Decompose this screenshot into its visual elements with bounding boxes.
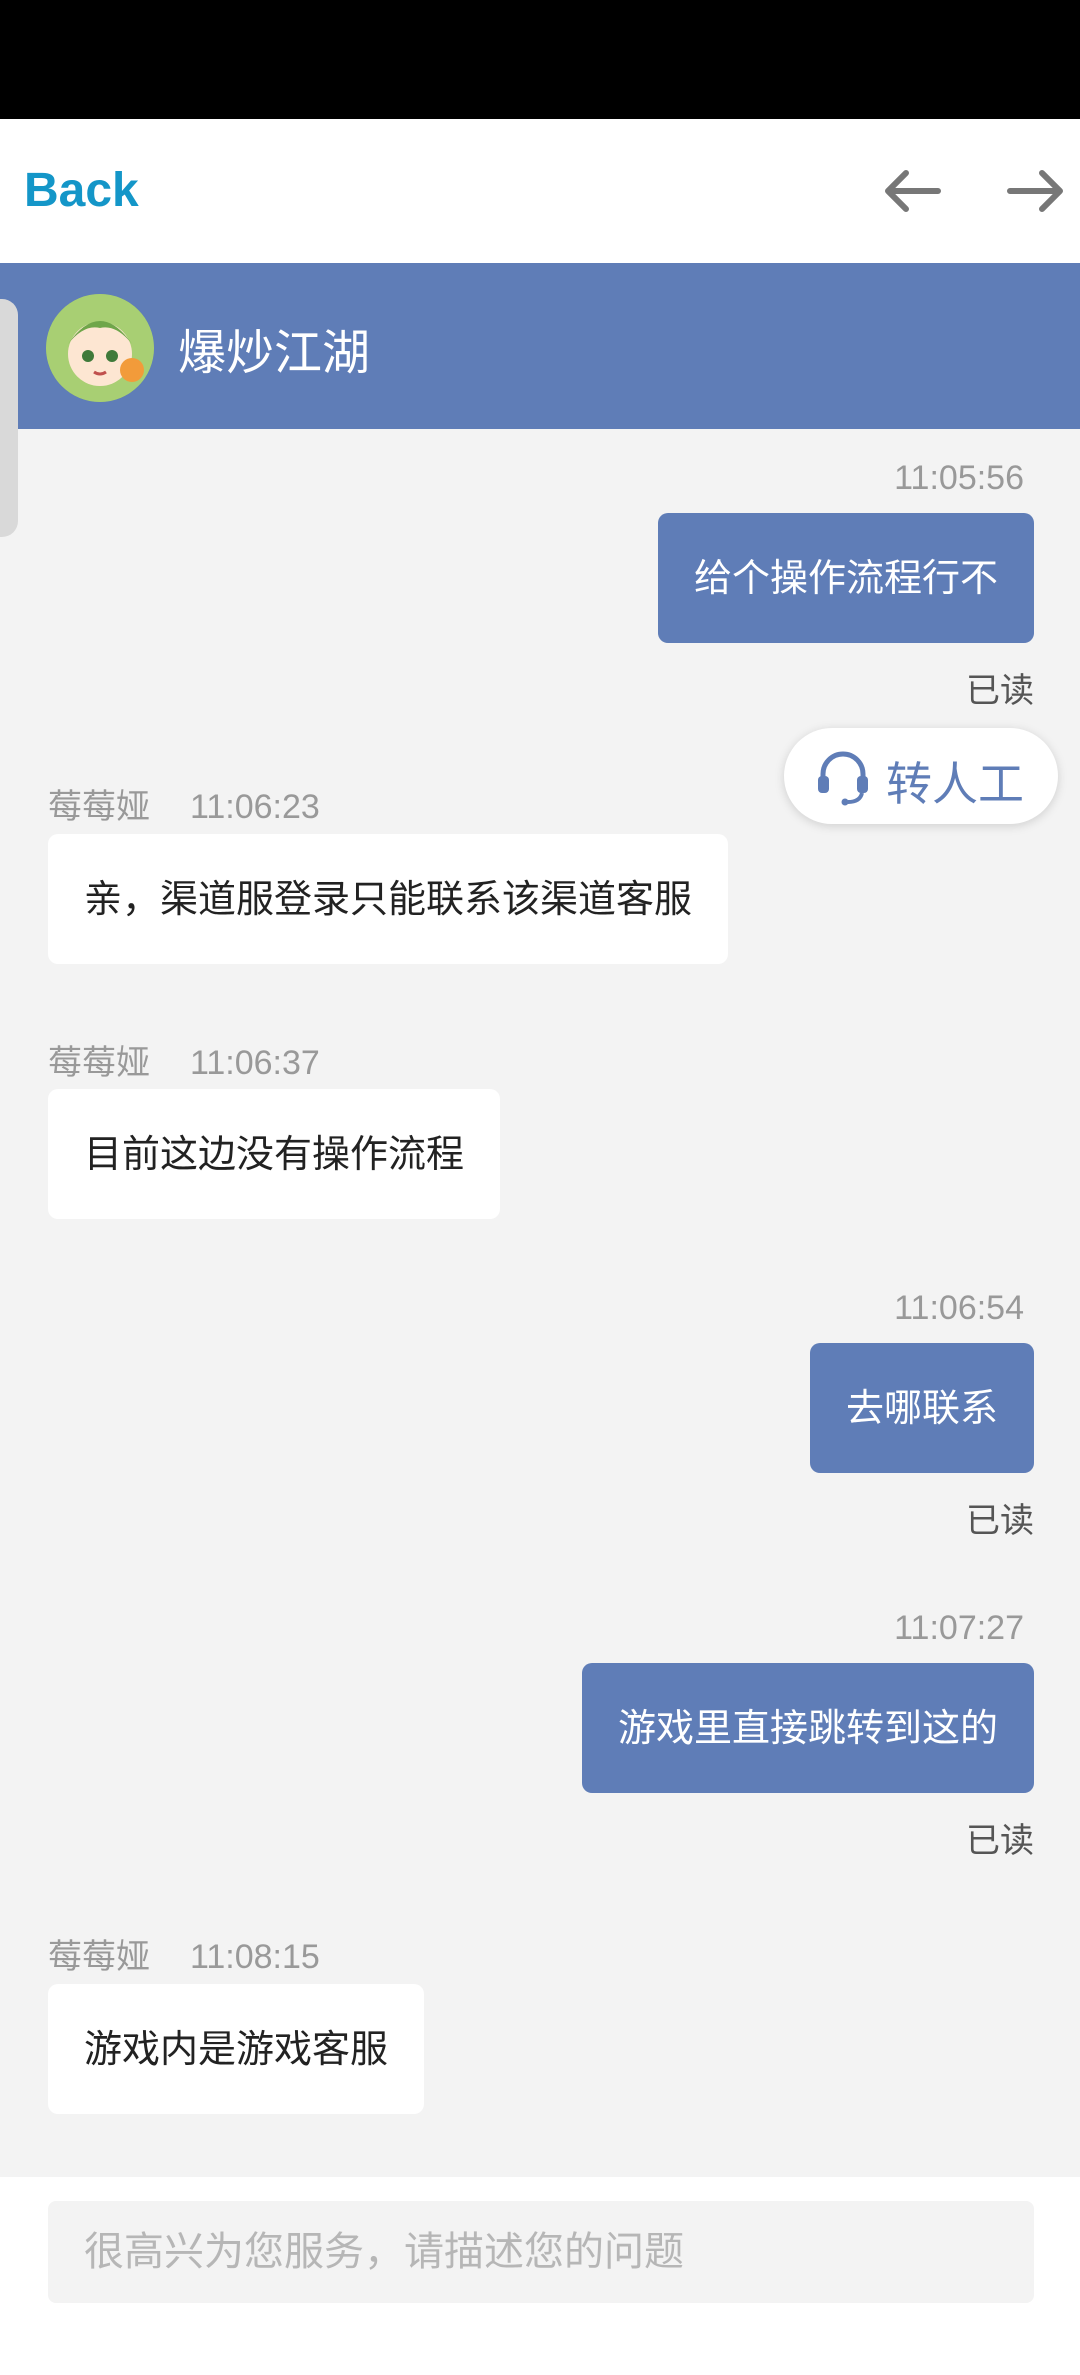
agent-name: 莓莓娅 [48,788,150,826]
transfer-label: 转人工 [886,757,1024,811]
back-link[interactable]: Back [24,163,139,218]
top-nav-bar: Back [0,119,1080,263]
read-status: 已读 [966,1501,1034,1541]
transfer-to-human-button[interactable]: 转人工 [784,728,1058,824]
incoming-message-bubble[interactable]: 亲，渠道服登录只能联系该渠道客服 [48,834,729,964]
outgoing-message-bubble[interactable]: 游戏里直接跳转到这的 [581,1663,1034,1793]
read-status: 已读 [966,671,1034,711]
arrow-left-icon[interactable] [880,159,944,223]
status-bar [0,0,1080,119]
chat-header: 爆炒江湖 [0,263,1080,429]
agent-meta: 莓莓娅 11:06:23 [48,779,320,828]
read-status: 已读 [966,1821,1034,1861]
message-timestamp: 11:06:54 [894,1289,1024,1327]
message-input[interactable] [48,2201,1034,2303]
message-list[interactable]: 11:05:56 给个操作流程行不 已读 莓莓娅 11:06:23 亲，渠道服登录… [0,429,1080,2177]
message-timestamp: 11:07:27 [894,1609,1024,1647]
avatar-image [46,294,154,402]
avatar [46,294,154,402]
message-timestamp: 11:06:37 [190,1044,320,1082]
agent-meta: 莓莓娅 11:06:37 [48,1035,320,1084]
headset-icon [818,751,868,806]
outgoing-message-bubble[interactable]: 去哪联系 [809,1343,1034,1473]
incoming-message-bubble[interactable]: 目前这边没有操作流程 [48,1089,501,1219]
agent-meta: 莓莓娅 11:08:15 [48,1929,320,1978]
message-timestamp: 11:08:15 [190,1938,320,1976]
message-timestamp: 11:06:23 [190,788,320,826]
incoming-message-bubble[interactable]: 游戏内是游戏客服 [48,1984,425,2114]
arrow-right-icon[interactable] [1004,159,1068,223]
message-timestamp: 11:05:56 [894,459,1024,497]
agent-name: 莓莓娅 [48,1044,150,1082]
chat-title: 爆炒江湖 [178,325,371,381]
outgoing-message-bubble[interactable]: 给个操作流程行不 [657,513,1034,643]
agent-name: 莓莓娅 [48,1938,150,1976]
composer-bar [0,2177,1080,2375]
